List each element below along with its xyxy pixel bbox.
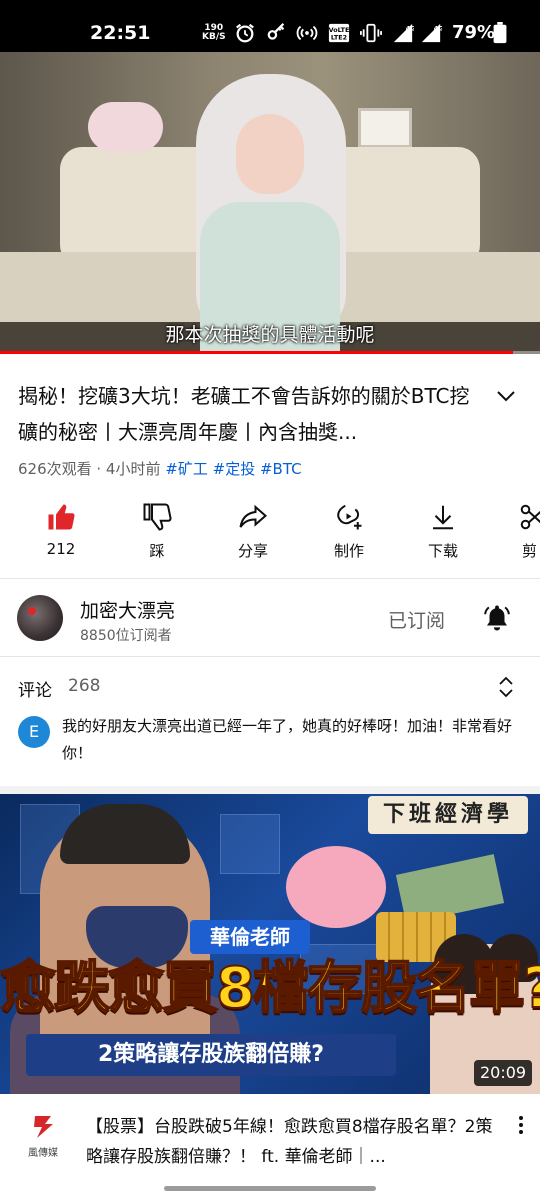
dislike-label: 踩	[149, 542, 165, 560]
gesture-navigation-bar[interactable]	[164, 1186, 376, 1191]
thumbnail-banner: 下班經濟學	[368, 796, 528, 834]
signal-4g-1-icon: 4G	[393, 23, 414, 43]
video-duration-badge: 20:09	[474, 1060, 533, 1086]
divider	[0, 578, 540, 579]
video-player[interactable]: 那本次抽獎的具體活動呢	[0, 52, 540, 354]
thumbs-up-icon	[48, 504, 75, 530]
share-button[interactable]: 分享	[208, 500, 298, 566]
clip-label: 剪	[522, 542, 538, 560]
like-button[interactable]: 212	[16, 500, 106, 566]
alarm-icon	[236, 23, 254, 43]
hashtag-link[interactable]: #定投	[213, 460, 256, 478]
network-speed: 190 KB/S	[202, 24, 226, 42]
key-icon	[267, 23, 285, 40]
divider	[0, 656, 540, 657]
create-label: 制作	[333, 542, 364, 560]
video-title[interactable]: 揭秘！挖礦3大坑！老礦工不會告訴妳的關於BTC挖礦的秘密丨大漂亮周年慶丨內含抽獎…	[18, 378, 480, 450]
chevron-down-icon[interactable]	[494, 384, 518, 408]
hashtag-link[interactable]: #矿工	[165, 460, 208, 478]
svg-text:LTE2: LTE2	[331, 33, 347, 41]
network-speed-unit: KB/S	[202, 32, 226, 42]
recommended-video-title[interactable]: 【股票】台股跌破5年線！愈跌愈買8檔存股名單？2策略讓存股族翻倍賺？！ ft. …	[86, 1112, 494, 1172]
thumbs-down-icon	[143, 503, 172, 531]
channel-name[interactable]: 加密大漂亮	[80, 596, 175, 623]
video-frame-person-face	[236, 114, 304, 194]
action-row: 212 踩 分享 制作 下载 剪	[0, 500, 540, 566]
create-icon	[337, 504, 362, 530]
subscriber-count: 8850位订阅者	[80, 628, 172, 644]
storm-media-logo-icon	[34, 1116, 53, 1138]
thumbnail-headline: 愈跌愈買8檔存股名單?	[0, 955, 540, 1022]
status-time: 22:51	[90, 22, 151, 44]
volte-icon: VoLTELTE2	[329, 23, 349, 43]
comments-count: 268	[68, 676, 101, 696]
battery-icon	[493, 22, 507, 44]
channel-avatar[interactable]	[17, 595, 63, 641]
hotspot-icon	[296, 25, 318, 41]
like-count: 212	[46, 540, 76, 558]
video-meta: 626次观看 · 4小时前 #矿工 #定投 #BTC	[18, 458, 302, 479]
views-and-time: 626次观看 · 4小时前	[18, 460, 161, 478]
download-icon	[433, 505, 453, 530]
video-frame-picture	[358, 108, 412, 148]
video-progress-fill	[0, 351, 513, 354]
avatar-detail	[28, 607, 36, 615]
video-subtitle: 那本次抽獎的具體活動呢	[165, 324, 375, 346]
signal-4g-2-icon: 4G	[421, 23, 442, 43]
create-button[interactable]: 制作	[304, 500, 394, 566]
share-label: 分享	[237, 542, 268, 560]
dislike-button[interactable]: 踩	[112, 500, 202, 566]
more-options-icon[interactable]	[512, 1114, 530, 1136]
top-comment-text[interactable]: 我的好朋友大漂亮出道已經一年了，她真的好棒呀！加油！非常看好你！	[62, 713, 527, 767]
vibrate-icon	[360, 23, 382, 43]
thumbnail-teacher-label: 華倫老師	[190, 920, 310, 954]
thumbnail-screen-tile	[220, 814, 280, 874]
thumbnail-subline: 2策略讓存股族翻倍賺?	[26, 1034, 396, 1076]
scissors-icon	[520, 504, 540, 530]
notification-bell-icon[interactable]	[482, 603, 512, 633]
battery-percent: 79%	[452, 22, 496, 43]
clip-button[interactable]: 剪	[494, 500, 540, 566]
svg-text:4G: 4G	[434, 24, 442, 32]
recommended-channel-logo-text: 風傳媒	[28, 1148, 58, 1159]
recommended-video-thumbnail[interactable]: 下班經濟學 華倫老師 愈跌愈買8檔存股名單? 2策略讓存股族翻倍賺? 20:09	[0, 794, 540, 1094]
status-bar: 22:51 190 KB/S VoLTELTE2 4G 4G 79%	[0, 0, 540, 52]
piggy-bank-icon	[286, 846, 386, 928]
download-label: 下载	[427, 542, 458, 560]
expand-collapse-icon[interactable]	[496, 676, 516, 698]
download-button[interactable]: 下载	[398, 500, 488, 566]
share-icon	[239, 504, 268, 528]
video-frame-plush-toy	[88, 102, 163, 152]
svg-text:4G: 4G	[406, 24, 414, 32]
subscribed-button[interactable]: 已订阅	[388, 606, 445, 633]
recommended-channel-avatar[interactable]: 風傳媒	[22, 1112, 64, 1172]
commenter-avatar[interactable]: E	[18, 716, 50, 748]
video-progress-bar[interactable]	[0, 351, 540, 354]
hashtag-link[interactable]: #BTC	[260, 460, 302, 478]
section-separator	[0, 786, 540, 794]
comments-label[interactable]: 评论	[18, 676, 52, 701]
